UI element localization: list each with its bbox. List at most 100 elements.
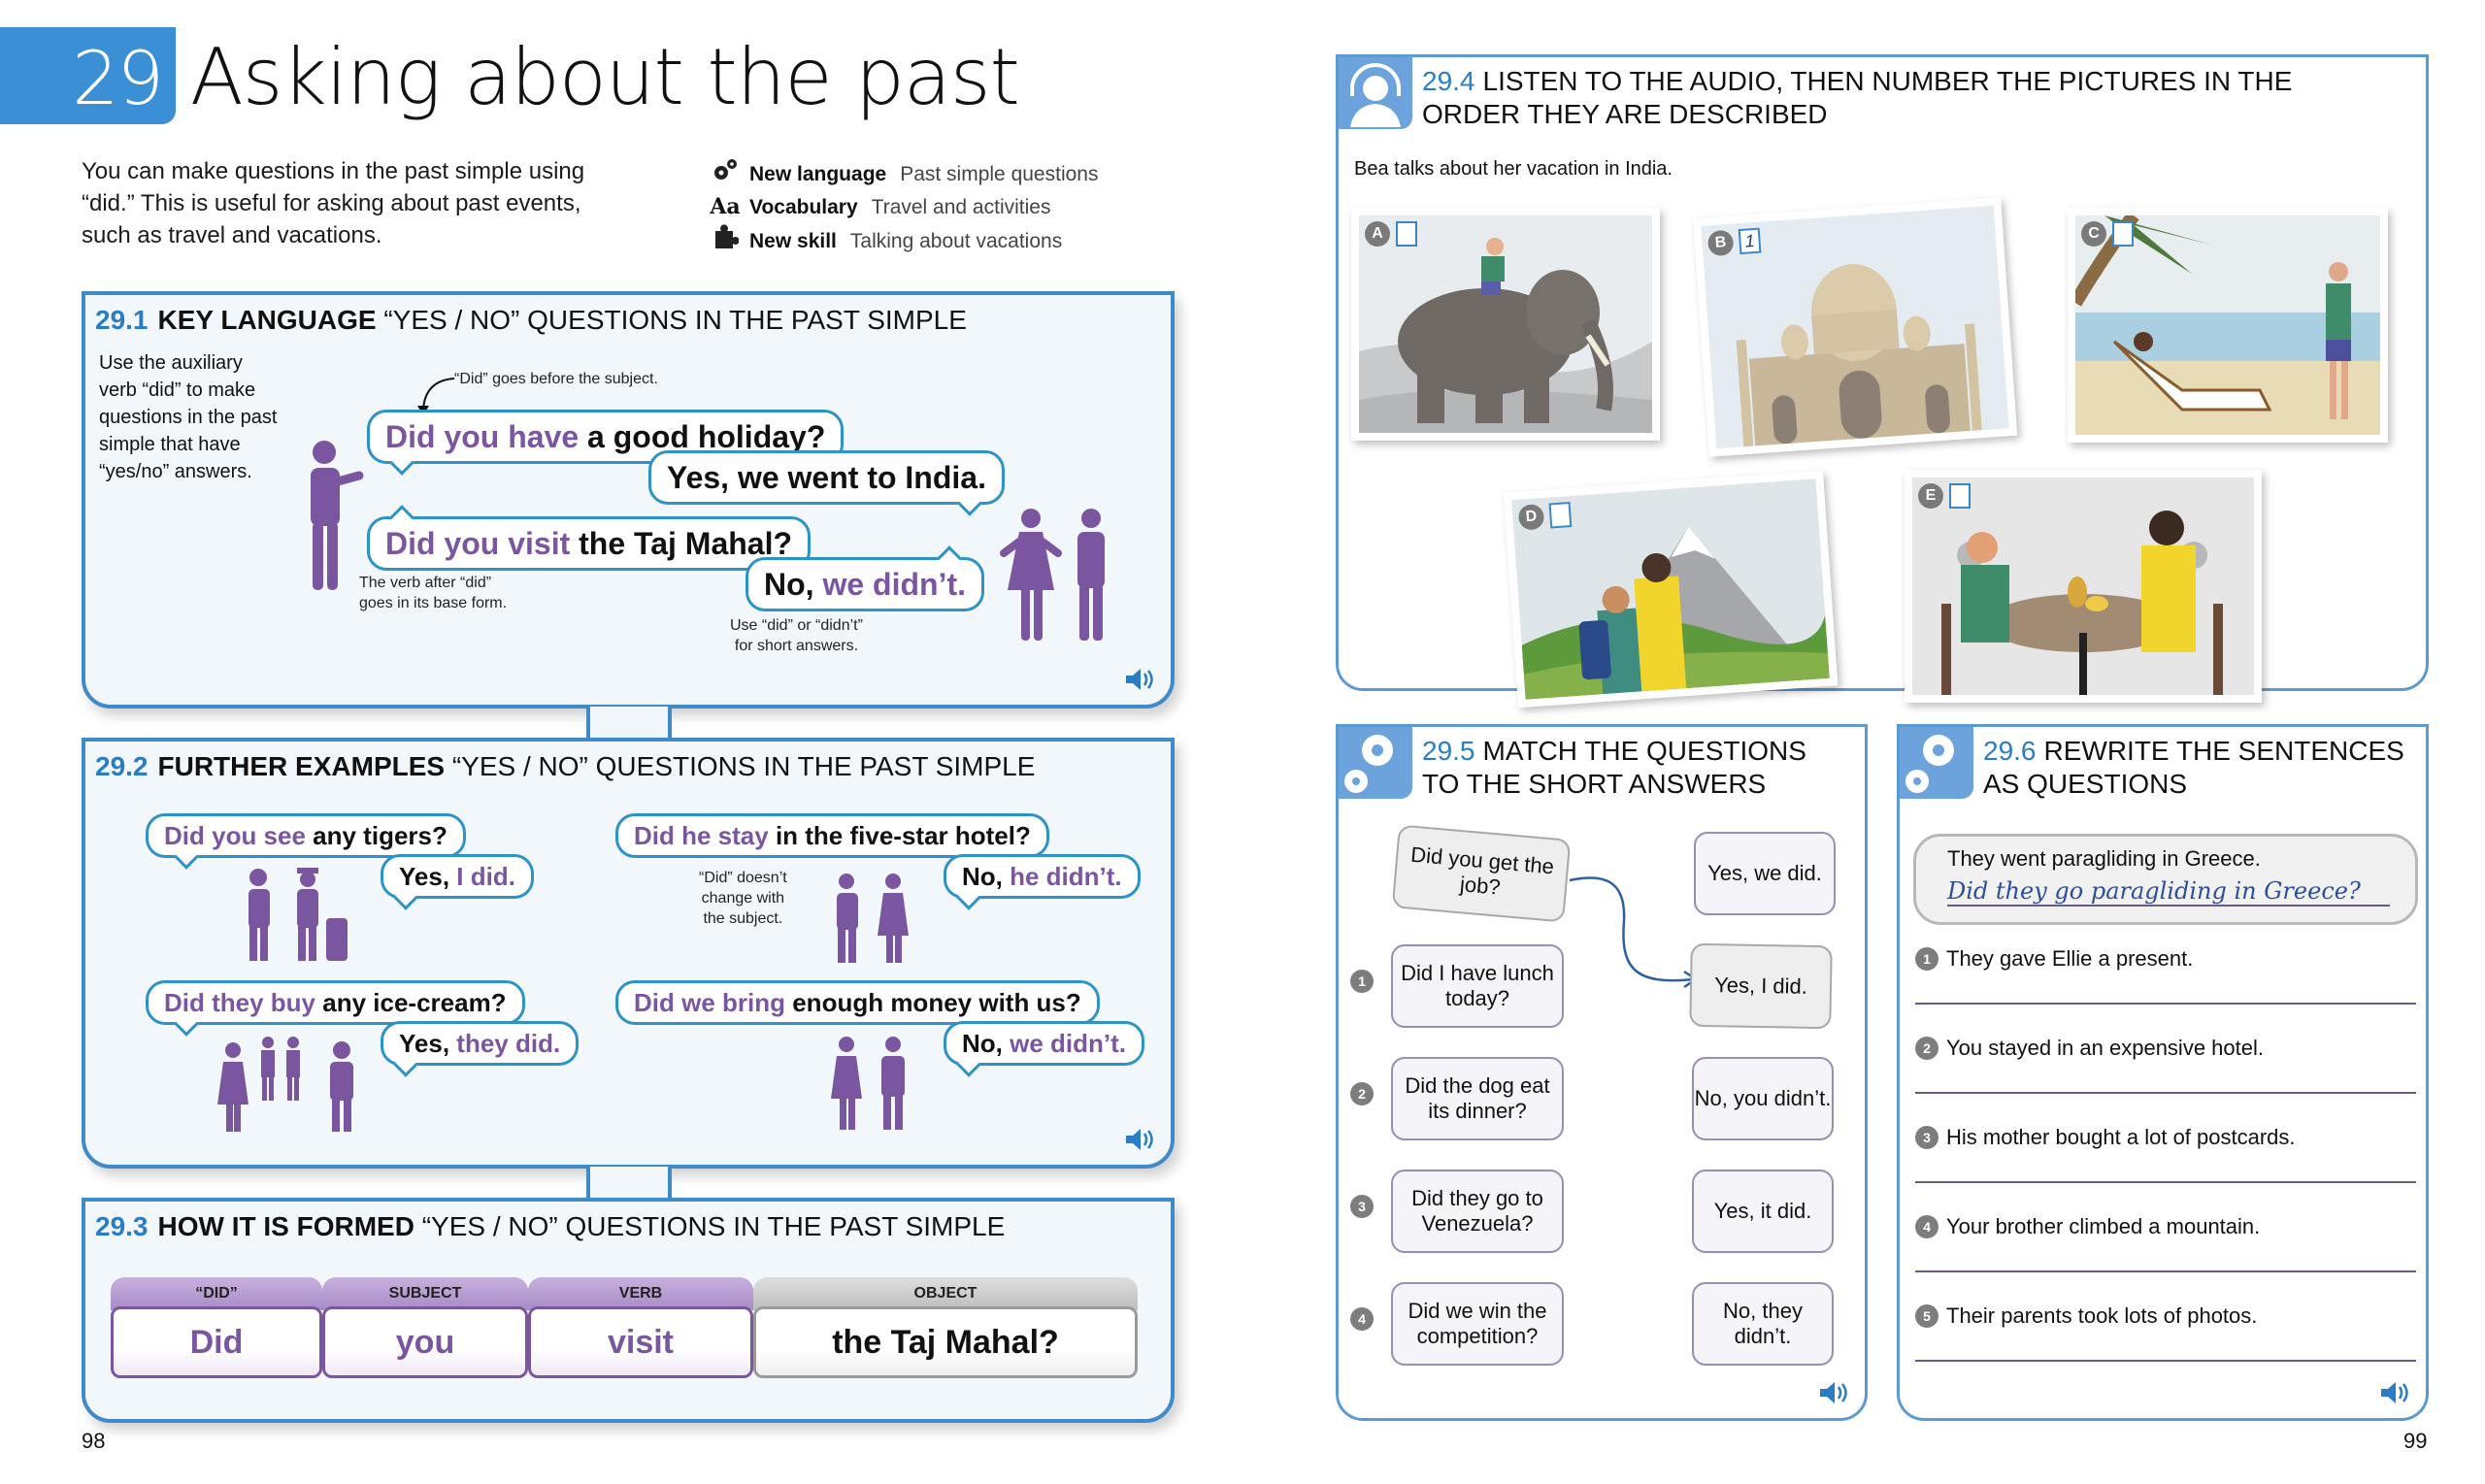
- picture-card-e: E: [1905, 470, 2262, 703]
- question-number: 1: [1350, 970, 1374, 993]
- rewrite-item: 2 You stayed in an expensive hotel.: [1915, 1036, 2264, 1061]
- item-sentence: Their parents took lots of photos.: [1946, 1303, 2258, 1328]
- question-rest: any tigers?: [305, 820, 447, 850]
- item-number: 1: [1915, 947, 1938, 971]
- rewrite-item: 4 Your brother climbed a mountain.: [1915, 1214, 2260, 1239]
- answer-card[interactable]: Yes, I did.: [1689, 942, 1833, 1030]
- speech-bubble-answer: No, we didn’t.: [944, 1021, 1144, 1077]
- question-card[interactable]: Did they go to Venezuela?: [1391, 1170, 1564, 1253]
- chapter-number: 29: [72, 35, 164, 121]
- answer-line[interactable]: [1915, 1270, 2416, 1272]
- section-key: FURTHER EXAMPLES: [157, 751, 446, 781]
- answer-card[interactable]: Yes, we did.: [1694, 832, 1836, 915]
- section-29-1: 29.1 KEY LANGUAGE “YES / NO” QUESTIONS IN…: [82, 291, 1175, 709]
- exercise-title-line: LISTEN TO THE AUDIO, THEN NUMBER THE PIC…: [1482, 66, 2293, 96]
- couple-figures-icon: [1000, 509, 1105, 641]
- picture-label: A: [1365, 221, 1417, 247]
- annotation-line: Use “did” or “didn’t”: [730, 617, 863, 634]
- question-rest: the Taj Mahal?: [570, 525, 793, 561]
- speech-bubble-question: Did they buy any ice-cream?: [146, 980, 525, 1037]
- speech-bubble-answer: Yes, I did.: [381, 854, 534, 910]
- piece-word: you: [322, 1306, 528, 1378]
- exercise-29-5: 29.5 MATCH THE QUESTIONS TO THE SHORT ANS…: [1336, 724, 1868, 1421]
- annotation-line: for short answers.: [734, 638, 859, 654]
- answer-short: they did.: [456, 1028, 561, 1058]
- annotation-did-before: “Did” goes before the subject.: [454, 371, 658, 387]
- section-heading: 29.1 KEY LANGUAGE “YES / NO” QUESTIONS IN…: [95, 305, 967, 336]
- elephant-ride-illustration: [1359, 238, 1652, 433]
- audio-speaker-icon[interactable]: [1818, 1379, 1851, 1406]
- chapter-number-badge: 29: [0, 27, 176, 124]
- picture-label: E: [1918, 483, 1971, 509]
- annotation-did-unchanged: “Did” doesn’t change with the subject.: [699, 868, 787, 929]
- audio-speaker-icon[interactable]: [1124, 666, 1157, 693]
- exercise-heading: 29.5 MATCH THE QUESTIONS TO THE SHORT ANS…: [1339, 727, 1806, 801]
- item-sentence: They gave Ellie a present.: [1946, 946, 2194, 971]
- picture-letter: D: [1517, 503, 1545, 531]
- exercise-title-line: MATCH THE QUESTIONS: [1482, 736, 1806, 766]
- answer-box[interactable]: [1548, 502, 1573, 529]
- question-card[interactable]: Did the dog eat its dinner?: [1391, 1057, 1564, 1140]
- picture-letter: C: [2081, 221, 2106, 247]
- meta-key: New skill: [749, 230, 837, 252]
- section-title-rest: “YES / NO” QUESTIONS IN THE PAST SIMPLE: [383, 305, 967, 335]
- answer-short: I did.: [456, 861, 515, 891]
- piece-label: “DID”: [111, 1277, 322, 1310]
- answer-line[interactable]: [1915, 1360, 2416, 1362]
- section-number: 29.3: [95, 1211, 149, 1241]
- intro-text: You can make questions in the past simpl…: [82, 155, 625, 251]
- answer-short: we didn’t.: [822, 566, 966, 602]
- meta-value: Talking about vacations: [849, 230, 1063, 252]
- annotation-base-form: The verb after “did” goes in its base fo…: [359, 573, 507, 613]
- question-number: 4: [1350, 1307, 1374, 1331]
- exercise-number: 29.5: [1422, 736, 1475, 766]
- section-number: 29.1: [95, 305, 149, 335]
- answer-box[interactable]: [2112, 221, 2134, 247]
- text-aa-icon: Aa: [710, 194, 741, 219]
- answer-card[interactable]: No, they didn’t.: [1692, 1282, 1834, 1366]
- lesson-meta: New language Past simple questions Aa Vo…: [709, 157, 1098, 259]
- question-rest: enough money with us?: [785, 987, 1081, 1017]
- rewrite-item: 5 Their parents took lots of photos.: [1915, 1303, 2257, 1329]
- answer-box[interactable]: [1396, 221, 1417, 247]
- section-key: KEY LANGUAGE: [157, 305, 377, 335]
- answer-box[interactable]: 1: [1738, 227, 1762, 255]
- answer-line[interactable]: [1915, 1003, 2416, 1005]
- man-woman-figures-icon: [837, 874, 909, 963]
- answer-line[interactable]: [1915, 1181, 2416, 1183]
- question-rest: any ice-cream?: [315, 987, 507, 1017]
- meta-new-language: New language Past simple questions: [709, 157, 1098, 191]
- meta-new-skill: New skill Talking about vacations: [709, 223, 1098, 259]
- question-card[interactable]: Did we win the competition?: [1391, 1282, 1564, 1366]
- page-number-left: 98: [82, 1429, 106, 1453]
- explanation-line: “yes/no” answers.: [99, 461, 252, 482]
- gears-exercise-icon: [1900, 727, 1973, 799]
- piece-word: Did: [111, 1306, 322, 1378]
- section-heading: 29.3 HOW IT IS FORMED “YES / NO” QUESTION…: [95, 1211, 1005, 1242]
- answer-card[interactable]: No, you didn’t.: [1692, 1057, 1834, 1140]
- answer-line[interactable]: [1915, 1092, 2416, 1094]
- annotation-line: goes in its base form.: [359, 595, 508, 611]
- picture-label: B 1: [1706, 227, 1762, 257]
- example-question-card: Did you get the job?: [1391, 824, 1572, 923]
- explanation-line: Use the auxiliary: [99, 352, 243, 374]
- intro-line: such as travel and vacations.: [82, 222, 382, 248]
- restaurant-illustration: [1912, 478, 2254, 695]
- answer-box[interactable]: [1949, 483, 1971, 509]
- tourist-figures-icon: [248, 868, 348, 961]
- meta-vocabulary: Aa Vocabulary Travel and activities: [709, 191, 1098, 223]
- picture-letter: B: [1706, 229, 1735, 257]
- puzzle-icon: [709, 223, 742, 259]
- piece-label: OBJECT: [753, 1277, 1138, 1310]
- audio-speaker-icon[interactable]: [2379, 1379, 2412, 1406]
- meta-value: Travel and activities: [871, 196, 1051, 218]
- piece-word: visit: [528, 1306, 753, 1378]
- page-number-right: 99: [2403, 1429, 2428, 1453]
- question-card[interactable]: Did I have lunch today?: [1391, 944, 1564, 1028]
- meta-key: New language: [749, 163, 887, 185]
- question-auxiliary-part: Did he stay: [634, 820, 769, 850]
- answer-short: he didn’t.: [1010, 861, 1122, 891]
- speech-bubble-answer: Yes, we went to India.: [648, 450, 1005, 516]
- answer-card[interactable]: Yes, it did.: [1692, 1170, 1834, 1253]
- audio-speaker-icon[interactable]: [1124, 1126, 1157, 1153]
